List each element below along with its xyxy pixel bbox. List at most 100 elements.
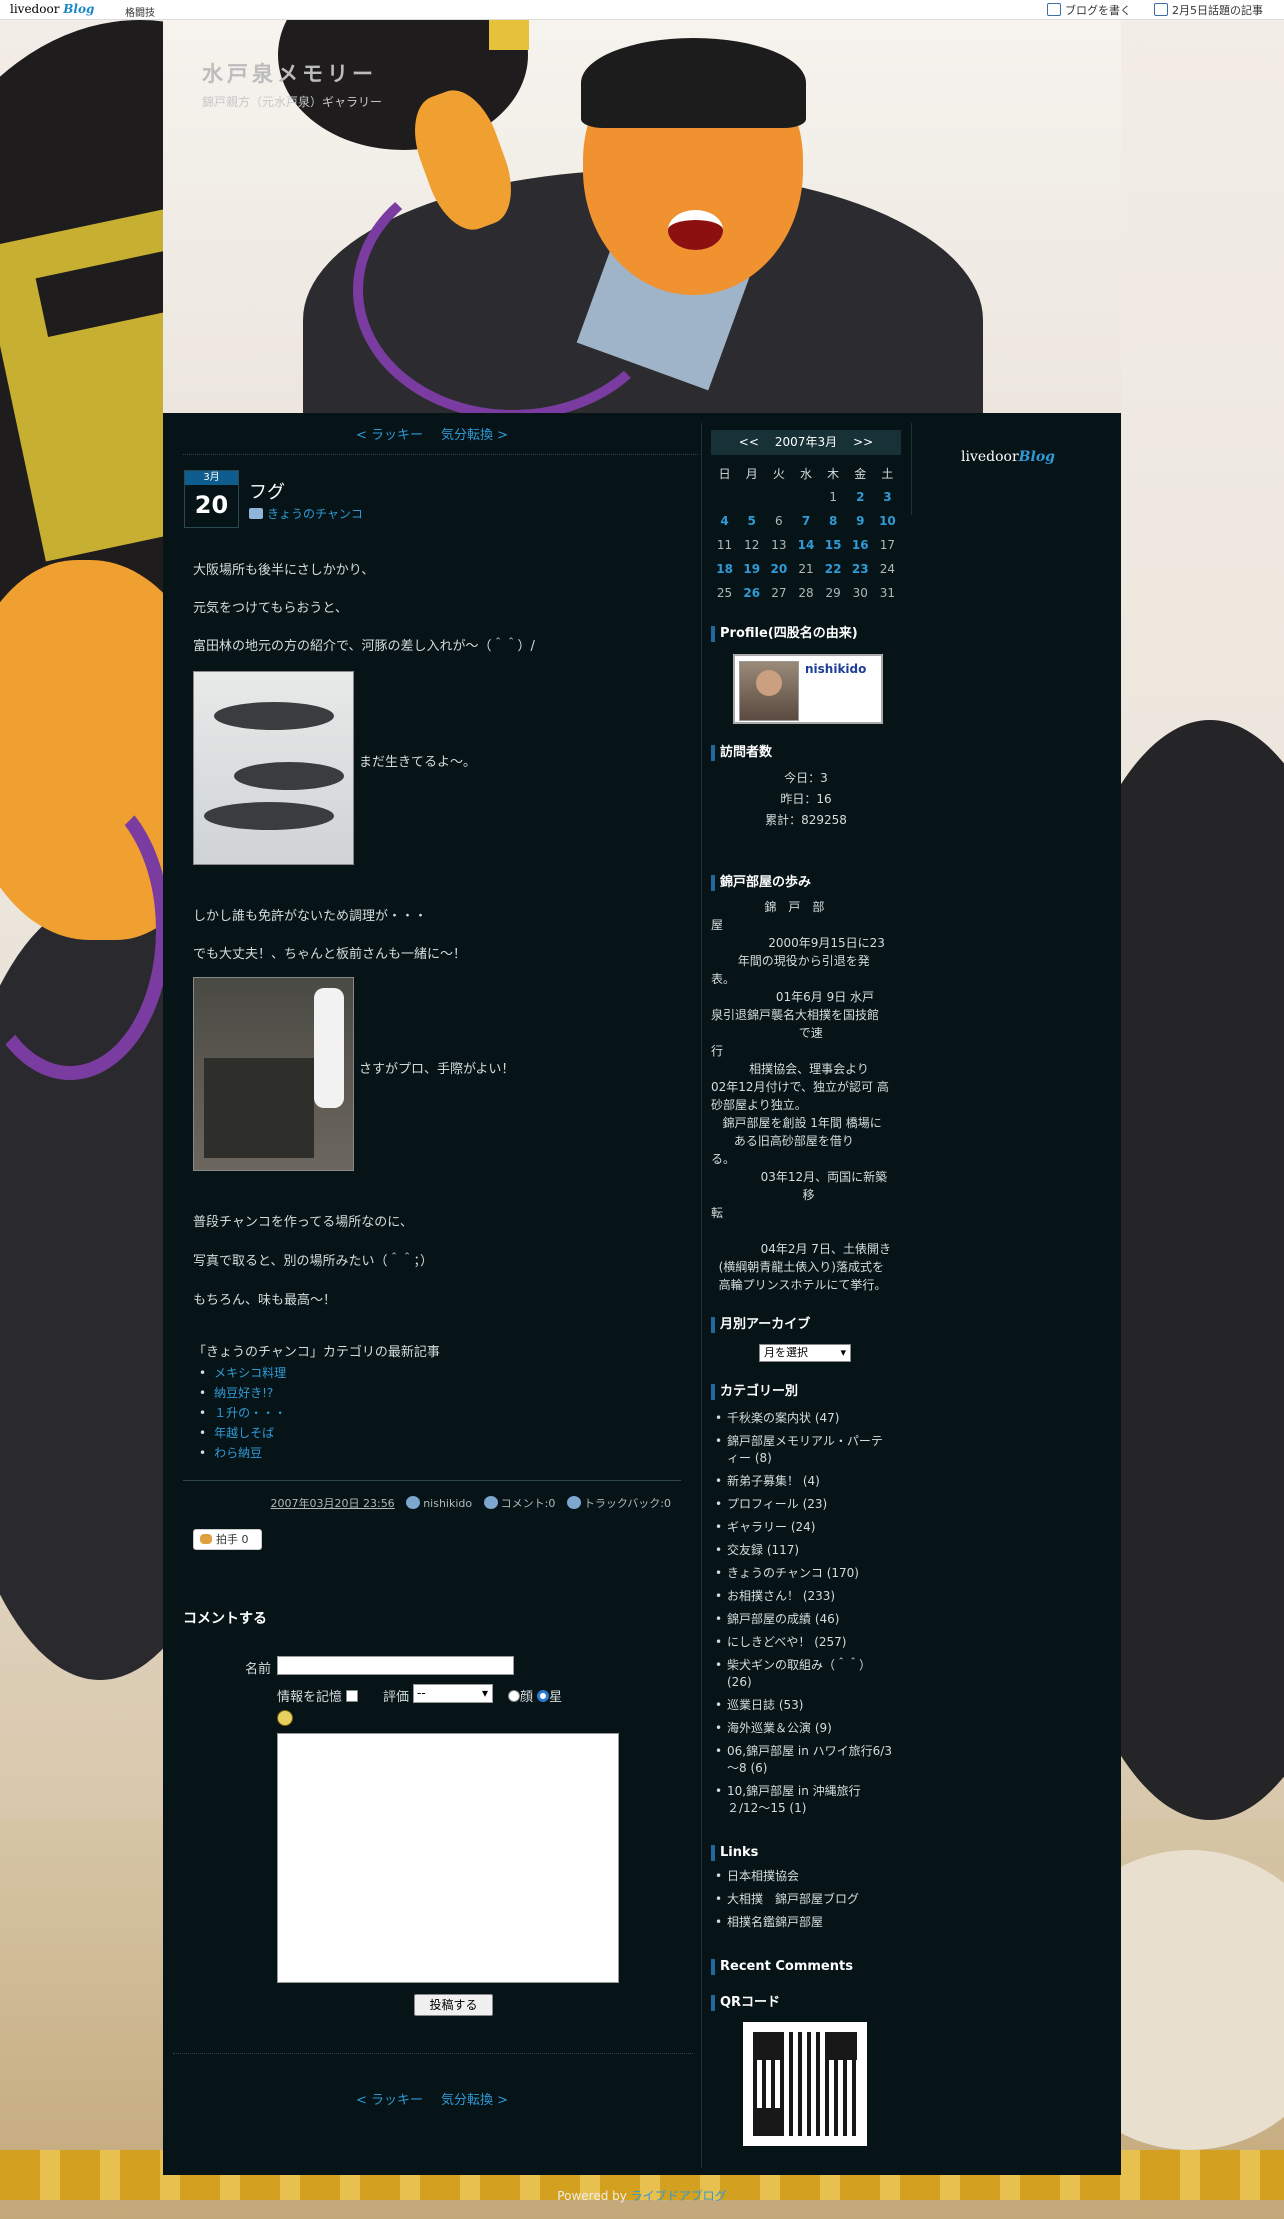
calendar-day[interactable]: 7 xyxy=(792,509,819,533)
today-topics-link[interactable]: 2月5日話題の記事 xyxy=(1154,2,1263,18)
related-link[interactable]: わら納豆 xyxy=(199,1443,286,1463)
rating-select[interactable]: -- xyxy=(413,1684,493,1703)
calendar-day[interactable]: 16 xyxy=(847,533,874,557)
history-line: 行 xyxy=(711,1044,724,1058)
fugu-photo[interactable] xyxy=(193,671,354,865)
powered-by: Powered by ライブドアブログ xyxy=(557,2189,727,2203)
calendar-day[interactable]: 5 xyxy=(738,509,765,533)
entry-date-badge: 3月 20 xyxy=(184,470,239,528)
calendar-day: 30 xyxy=(852,586,868,600)
next-entry-link[interactable]: 気分転換 > xyxy=(441,2093,508,2108)
category-item[interactable]: 柴犬ギンの取組み（＾＾） (26) xyxy=(715,1657,905,1691)
toolbar-user[interactable]: 格闘技 xyxy=(125,4,155,19)
calendar-day[interactable]: 10 xyxy=(874,509,901,533)
category-item[interactable]: 錦戸部屋の成績 (46) xyxy=(715,1611,905,1628)
smiley-icon[interactable] xyxy=(277,1710,293,1726)
submit-button[interactable]: 投稿する xyxy=(414,1994,493,2016)
calendar-day[interactable]: 3 xyxy=(874,485,901,509)
history-line: 錦戸部屋を創設 1年間 橋場に xyxy=(711,1116,882,1130)
avatar[interactable] xyxy=(739,661,799,721)
cooking-photo[interactable] xyxy=(193,977,354,1171)
write-blog-link[interactable]: ブログを書く xyxy=(1047,2,1131,18)
calendar-next[interactable]: >> xyxy=(853,435,873,449)
category-item[interactable]: 海外巡業＆公演 (9) xyxy=(715,1720,905,1737)
calendar-day xyxy=(711,485,738,509)
clap-icon xyxy=(200,1534,212,1544)
entry-category-link[interactable]: きょうのチャンコ xyxy=(249,505,363,522)
name-input[interactable] xyxy=(277,1656,514,1675)
remember-checkbox[interactable] xyxy=(346,1690,359,1702)
comments-link[interactable]: コメント:0 xyxy=(501,1497,556,1510)
livedoor-toolbar: livedoor Blog 格闘技 ブログを書く 2月5日話題の記事 xyxy=(0,0,1284,20)
category-item[interactable]: お相撲さん！ (233) xyxy=(715,1588,905,1605)
links-list: 日本相撲協会 大相撲 錦戸部屋ブログ 相撲名鑑錦戸部屋 xyxy=(715,1868,905,1937)
next-entry-link[interactable]: 気分転換 > xyxy=(441,428,508,443)
calendar-day: 17 xyxy=(879,538,896,552)
profile-card[interactable]: nishikido xyxy=(733,654,883,724)
calendar-day[interactable]: 22 xyxy=(820,557,847,581)
link-item[interactable]: 日本相撲協会 xyxy=(715,1868,905,1885)
calendar-day[interactable]: 4 xyxy=(711,509,738,533)
entry-title[interactable]: フグ xyxy=(249,478,285,504)
face-radio[interactable] xyxy=(508,1690,520,1702)
photo-caption: さすがプロ、手際がよい！ xyxy=(359,1062,515,1077)
name-label: 名前 xyxy=(245,1662,272,1677)
archive-select[interactable]: 月を選択 xyxy=(759,1344,851,1362)
history-heading: 錦戸部屋の歩み xyxy=(711,875,811,891)
star-radio[interactable] xyxy=(537,1690,550,1702)
calendar-day[interactable]: 26 xyxy=(738,581,765,605)
category-item[interactable]: ギャラリー (24) xyxy=(715,1519,905,1536)
calendar-day[interactable]: 20 xyxy=(765,557,792,581)
category-item[interactable]: 新弟子募集！ (4) xyxy=(715,1473,905,1490)
visitor-yesterday: 昨日：16 xyxy=(780,792,832,806)
visitors-heading: 訪問者数 xyxy=(711,745,772,761)
category-item[interactable]: 06,錦戸部屋 in ハワイ旅行6/3 ～8 (6) xyxy=(715,1743,905,1777)
calendar-weekday: 月 xyxy=(745,466,758,481)
permalink[interactable]: 2007年03月20日 23:56 xyxy=(271,1497,395,1510)
livedoor-blog-badge[interactable]: livedoorBlog xyxy=(961,449,1055,465)
comment-textarea[interactable] xyxy=(277,1733,619,1983)
history-line: る。 xyxy=(711,1152,736,1166)
calendar-weekday: 金 xyxy=(854,466,867,481)
profile-name[interactable]: nishikido xyxy=(805,662,866,676)
category-item[interactable]: にしきどべや！ (257) xyxy=(715,1634,905,1651)
entry-text: でも大丈夫！、ちゃんと板前さんも一緒に～！ xyxy=(193,947,467,962)
calendar-prev[interactable]: << xyxy=(739,435,759,449)
related-link[interactable]: １升の・・・ xyxy=(199,1403,286,1423)
link-item[interactable]: 大相撲 錦戸部屋ブログ xyxy=(715,1891,905,1908)
history-line: で速 xyxy=(711,1026,823,1040)
livedoor-blog-logo[interactable]: livedoor Blog xyxy=(10,2,94,16)
calendar-day[interactable]: 9 xyxy=(847,509,874,533)
calendar-day[interactable]: 14 xyxy=(792,533,819,557)
prev-entry-link[interactable]: < ラッキー xyxy=(356,2093,423,2108)
calendar-day[interactable]: 8 xyxy=(820,509,847,533)
clap-button[interactable]: 拍手 0 xyxy=(193,1529,262,1550)
category-item[interactable]: 10,錦戸部屋 in 沖縄旅行 ２/12～15 (1) xyxy=(715,1783,905,1817)
trackback-link[interactable]: トラックバック:0 xyxy=(584,1497,671,1510)
related-link[interactable]: 年越しそば xyxy=(199,1423,286,1443)
calendar-month: 2007年3月 xyxy=(774,435,838,449)
blog-title[interactable]: 水戸泉メモリー xyxy=(202,58,377,88)
prev-entry-link[interactable]: < ラッキー xyxy=(356,428,423,443)
calendar-day[interactable]: 23 xyxy=(847,557,874,581)
history-line: 高輪プリンスホテルにて挙行。 xyxy=(711,1278,887,1292)
calendar-day[interactable]: 18 xyxy=(711,557,738,581)
calendar-day[interactable]: 2 xyxy=(847,485,874,509)
link-item[interactable]: 相撲名鑑錦戸部屋 xyxy=(715,1914,905,1931)
category-item[interactable]: プロフィール (23) xyxy=(715,1496,905,1513)
author-link[interactable]: nishikido xyxy=(423,1497,472,1510)
category-item[interactable]: 巡業日誌 (53) xyxy=(715,1697,905,1714)
category-item[interactable]: 錦戸部屋メモリアル・パーテ ィー (8) xyxy=(715,1433,905,1467)
calendar-day[interactable]: 15 xyxy=(820,533,847,557)
links-heading: Links xyxy=(711,1845,758,1861)
powered-link[interactable]: ライブドアブログ xyxy=(631,2189,727,2203)
related-link[interactable]: メキシコ料理 xyxy=(199,1363,286,1383)
category-item[interactable]: きょうのチャンコ (170) xyxy=(715,1565,905,1582)
related-link[interactable]: 納豆好き!? xyxy=(199,1383,286,1403)
calendar-day: 11 xyxy=(716,538,733,552)
calendar-day[interactable]: 19 xyxy=(738,557,765,581)
category-item[interactable]: 千秋楽の案内状 (47) xyxy=(715,1410,905,1427)
category-item[interactable]: 交友録 (117) xyxy=(715,1542,905,1559)
entry-text: 富田林の地元の方の紹介で、河豚の差し入れが～（＾＾）/ xyxy=(193,639,535,654)
entry-text: 大阪場所も後半にさしかかり、 xyxy=(193,563,375,578)
